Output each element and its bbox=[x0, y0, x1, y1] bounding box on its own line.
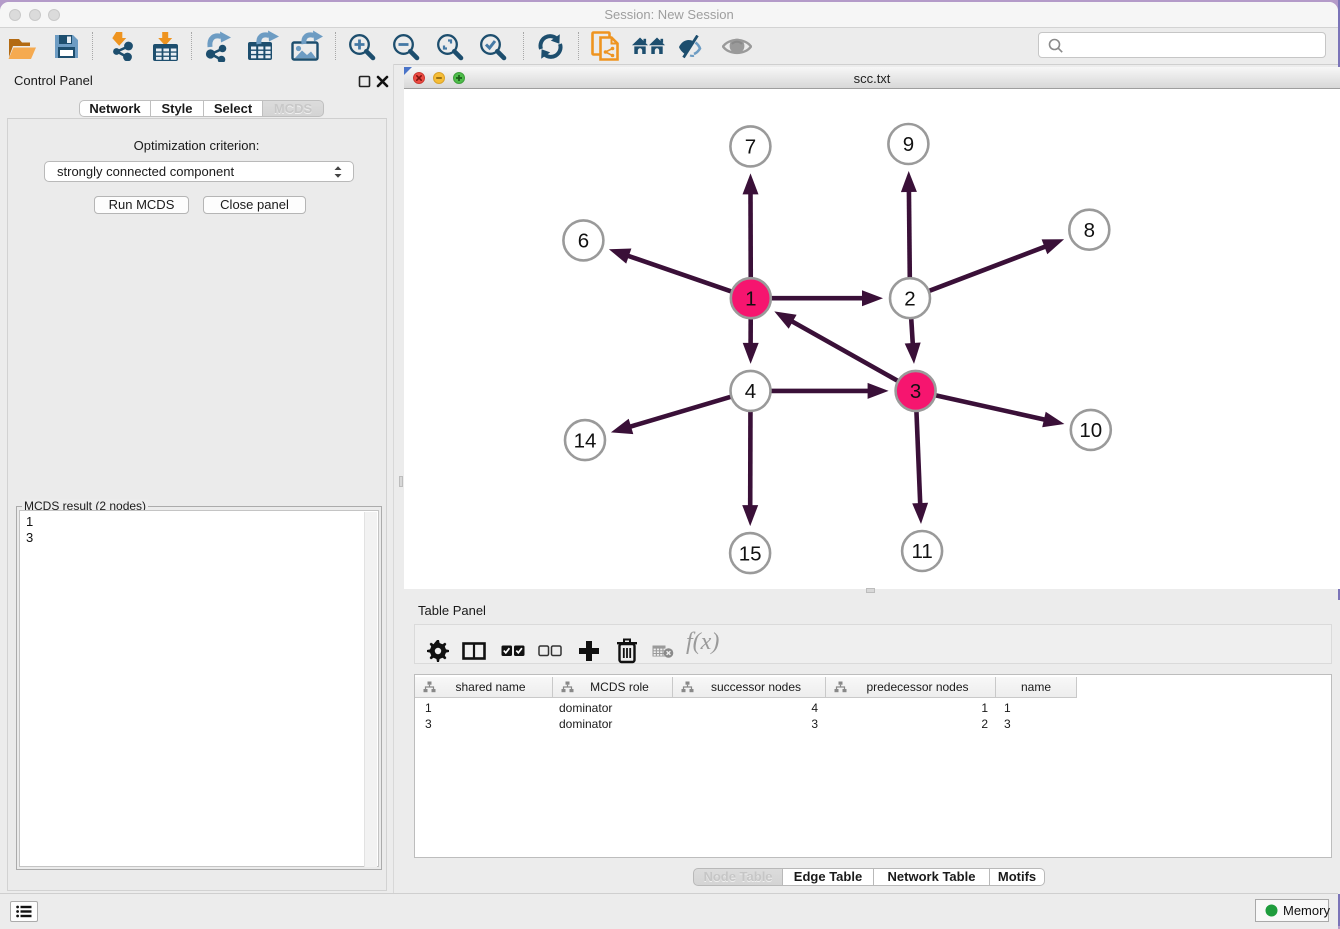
svg-text:2: 2 bbox=[904, 287, 915, 310]
svg-text:1: 1 bbox=[745, 287, 756, 310]
svg-text:10: 10 bbox=[1079, 419, 1102, 442]
svg-text:8: 8 bbox=[1084, 219, 1095, 242]
svg-text:9: 9 bbox=[903, 133, 914, 156]
svg-text:4: 4 bbox=[745, 380, 756, 403]
svg-text:3: 3 bbox=[910, 380, 921, 403]
svg-text:6: 6 bbox=[578, 229, 589, 252]
svg-text:11: 11 bbox=[911, 540, 932, 563]
svg-text:14: 14 bbox=[574, 429, 597, 452]
svg-text:7: 7 bbox=[745, 135, 756, 158]
svg-text:15: 15 bbox=[739, 542, 762, 565]
